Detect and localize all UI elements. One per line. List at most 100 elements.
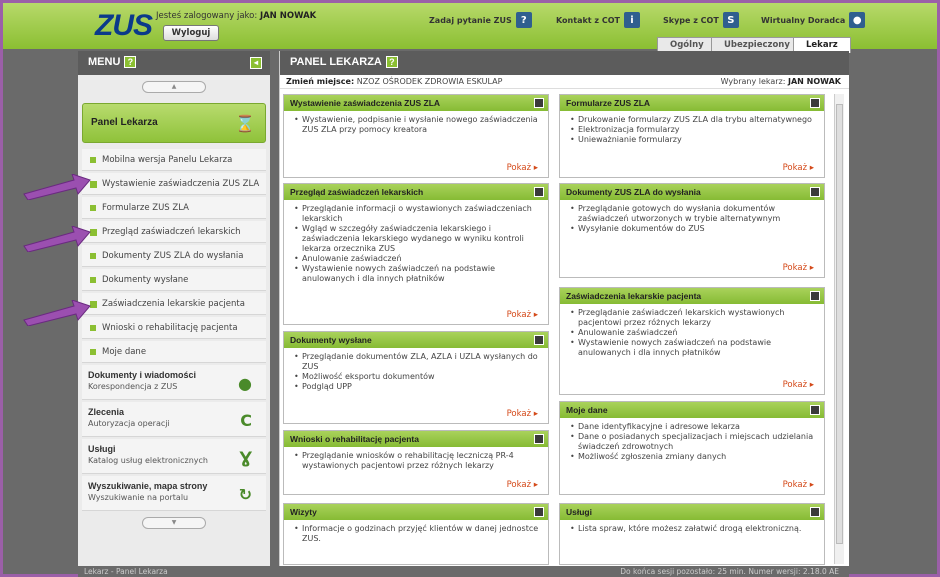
- card-wnioski: Wnioski o rehabilitację pacjenta Przeglą…: [283, 430, 549, 495]
- scroll-up-button[interactable]: ▲: [142, 81, 206, 93]
- logout-button[interactable]: Wyloguj: [163, 25, 219, 41]
- sidebar-item-moje-dane[interactable]: Moje dane: [82, 341, 266, 363]
- main-scrollbar[interactable]: [834, 94, 844, 564]
- card-header[interactable]: Wizyty: [284, 504, 548, 520]
- sidebar-panel-lekarza[interactable]: Panel Lekarza ⌛: [82, 103, 266, 143]
- list-item: Wystawienie nowych zaświadczeń na podsta…: [294, 264, 540, 284]
- list-item: Możliwość eksportu dokumentów: [294, 372, 540, 382]
- list-item: Unieważnianie formularzy: [570, 135, 816, 145]
- expand-icon[interactable]: [534, 335, 544, 345]
- card-title: Zaświadczenia lekarskie pacjenta: [566, 291, 702, 301]
- main-header: PANEL LEKARZA?: [280, 51, 849, 75]
- card-header[interactable]: Wystawienie zaświadczenia ZUS ZLA: [284, 95, 548, 111]
- card-title: Przegląd zaświadczeń lekarskich: [290, 187, 424, 197]
- card-list: Przeglądanie informacji o wystawionych z…: [284, 200, 548, 284]
- card-title: Dokumenty ZUS ZLA do wysłania: [566, 187, 701, 197]
- ask-zus-label: Zadaj pytanie ZUS: [429, 15, 512, 25]
- card-title: Dokumenty wysłane: [290, 335, 372, 345]
- list-item: Anulowanie zaświadczeń: [294, 254, 540, 264]
- card-title: Wnioski o rehabilitację pacjenta: [290, 434, 419, 444]
- show-more-link[interactable]: Pokaż ▸: [507, 409, 538, 419]
- expand-icon[interactable]: [534, 507, 544, 517]
- card-header[interactable]: Moje dane: [560, 402, 824, 418]
- expand-icon[interactable]: [810, 187, 820, 197]
- card-header[interactable]: Przegląd zaświadczeń lekarskich: [284, 184, 548, 200]
- card-moje-dane: Moje dane Dane identyfikacyjne i adresow…: [559, 401, 825, 495]
- show-more-label: Pokaż: [506, 480, 532, 490]
- show-more-link[interactable]: Pokaż ▸: [783, 380, 814, 390]
- list-item: Wgląd w szczegóły zaświadczenia lekarski…: [294, 224, 540, 254]
- ask-zus-link[interactable]: Zadaj pytanie ZUS ?: [429, 12, 532, 28]
- card-title: Wizyty: [290, 507, 317, 517]
- change-place-link[interactable]: Zmień miejsce:: [286, 77, 354, 86]
- annotation-arrow: [23, 300, 91, 326]
- virtual-advisor-link[interactable]: Wirtualny Doradca ●: [761, 12, 866, 28]
- card-header[interactable]: Zaświadczenia lekarskie pacjenta: [560, 288, 824, 304]
- show-more-link[interactable]: Pokaż ▸: [507, 163, 538, 173]
- panel-lekarza-label: Panel Lekarza: [91, 117, 158, 128]
- card-header[interactable]: Usługi: [560, 504, 824, 520]
- card-title: Moje dane: [566, 405, 608, 415]
- sidebar-item-wyslane[interactable]: Dokumenty wysłane: [82, 269, 266, 291]
- show-more-label: Pokaż: [782, 480, 808, 490]
- card-list: Przeglądanie dokumentów ZLA, AZLA i UZLA…: [284, 348, 548, 392]
- scroll-down-button[interactable]: ▼: [142, 517, 206, 529]
- show-more-label: Pokaż: [506, 310, 532, 320]
- sidebar-item-wnioski[interactable]: Wnioski o rehabilitację pacjenta: [82, 317, 266, 339]
- show-more-link[interactable]: Pokaż ▸: [783, 163, 814, 173]
- help-icon[interactable]: ?: [385, 56, 398, 68]
- card-list: Informacje o godzinach przyjęć klientów …: [284, 520, 548, 544]
- expand-icon[interactable]: [810, 507, 820, 517]
- show-more-label: Pokaż: [782, 380, 808, 390]
- card-do-wyslania: Dokumenty ZUS ZLA do wysłania Przeglądan…: [559, 183, 825, 278]
- help-icon[interactable]: ?: [124, 56, 137, 68]
- zus-logo[interactable]: ZUS: [95, 9, 153, 43]
- list-item: Przeglądanie wniosków o rehabilitację le…: [294, 451, 540, 471]
- doctor-name: JAN NOWAK: [788, 77, 841, 86]
- list-item: Wysyłanie dokumentów do ZUS: [570, 224, 816, 234]
- expand-icon[interactable]: [534, 187, 544, 197]
- sidebar-item-przeglad[interactable]: Przegląd zaświadczeń lekarskich: [82, 221, 266, 243]
- scrollbar-thumb[interactable]: [836, 104, 843, 544]
- show-more-link[interactable]: Pokaż ▸: [783, 480, 814, 490]
- card-przeglad: Przegląd zaświadczeń lekarskich Przegląd…: [283, 183, 549, 325]
- sidebar-item-do-wyslania[interactable]: Dokumenty ZUS ZLA do wysłania: [82, 245, 266, 267]
- show-more-link[interactable]: Pokaż ▸: [507, 310, 538, 320]
- expand-icon[interactable]: [810, 405, 820, 415]
- list-item: Informacje o godzinach przyjęć klientów …: [294, 524, 540, 544]
- speech-bubble-icon: ●: [238, 374, 252, 393]
- sidebar-item-wystawienie[interactable]: Wystawienie zaświadczenia ZUS ZLA: [82, 173, 266, 195]
- card-header[interactable]: Dokumenty ZUS ZLA do wysłania: [560, 184, 824, 200]
- user-name: JAN NOWAK: [259, 11, 317, 21]
- card-list: Wystawienie, podpisanie i wysłanie noweg…: [284, 111, 548, 135]
- sidebar-group-dokumenty[interactable]: Dokumenty i wiadomości Korespondencja z …: [82, 365, 266, 400]
- person-icon: ●: [849, 12, 866, 28]
- sidebar-item-mobile[interactable]: Mobilna wersja Panelu Lekarza: [82, 149, 266, 171]
- card-header[interactable]: Formularze ZUS ZLA: [560, 95, 824, 111]
- contact-cot-link[interactable]: Kontakt z COT i: [556, 12, 640, 28]
- expand-icon[interactable]: [810, 291, 820, 301]
- card-header[interactable]: Wnioski o rehabilitację pacjenta: [284, 431, 548, 447]
- show-more-link[interactable]: Pokaż ▸: [507, 480, 538, 490]
- sidebar-group-uslugi[interactable]: Usługi Katalog usług elektronicznych Ɣ: [82, 439, 266, 474]
- sidebar-group-wyszukiwanie[interactable]: Wyszukiwanie, mapa strony Wyszukiwanie n…: [82, 476, 266, 511]
- annotation-arrow: [23, 226, 91, 252]
- status-right: Do końca sesji pozostało: 25 min. Numer …: [620, 567, 839, 576]
- card-title: Wystawienie zaświadczenia ZUS ZLA: [290, 98, 441, 108]
- group-subtitle: Wyszukiwanie na portalu: [88, 493, 189, 502]
- refresh-c-icon: C: [240, 411, 252, 430]
- sync-icon: ↻: [238, 485, 252, 504]
- card-list: Dane identyfikacyjne i adresowe lekarza …: [560, 418, 824, 462]
- expand-icon[interactable]: [810, 98, 820, 108]
- sidebar-group-zlecenia[interactable]: Zlecenia Autoryzacja operacji C: [82, 402, 266, 437]
- sidebar-item-zaswiadczenia-pacjenta[interactable]: Zaświadczenia lekarskie pacjenta: [82, 293, 266, 315]
- expand-icon[interactable]: [534, 98, 544, 108]
- card-title: Usługi: [566, 507, 592, 517]
- sidebar-item-formularze[interactable]: Formularze ZUS ZLA: [82, 197, 266, 219]
- skype-cot-link[interactable]: Skype z COT S: [663, 12, 739, 28]
- expand-icon[interactable]: [534, 434, 544, 444]
- card-uslugi: Usługi Lista spraw, które możesz załatwi…: [559, 503, 825, 565]
- card-header[interactable]: Dokumenty wysłane: [284, 332, 548, 348]
- show-more-link[interactable]: Pokaż ▸: [783, 263, 814, 273]
- collapse-icon[interactable]: ◂: [250, 57, 262, 69]
